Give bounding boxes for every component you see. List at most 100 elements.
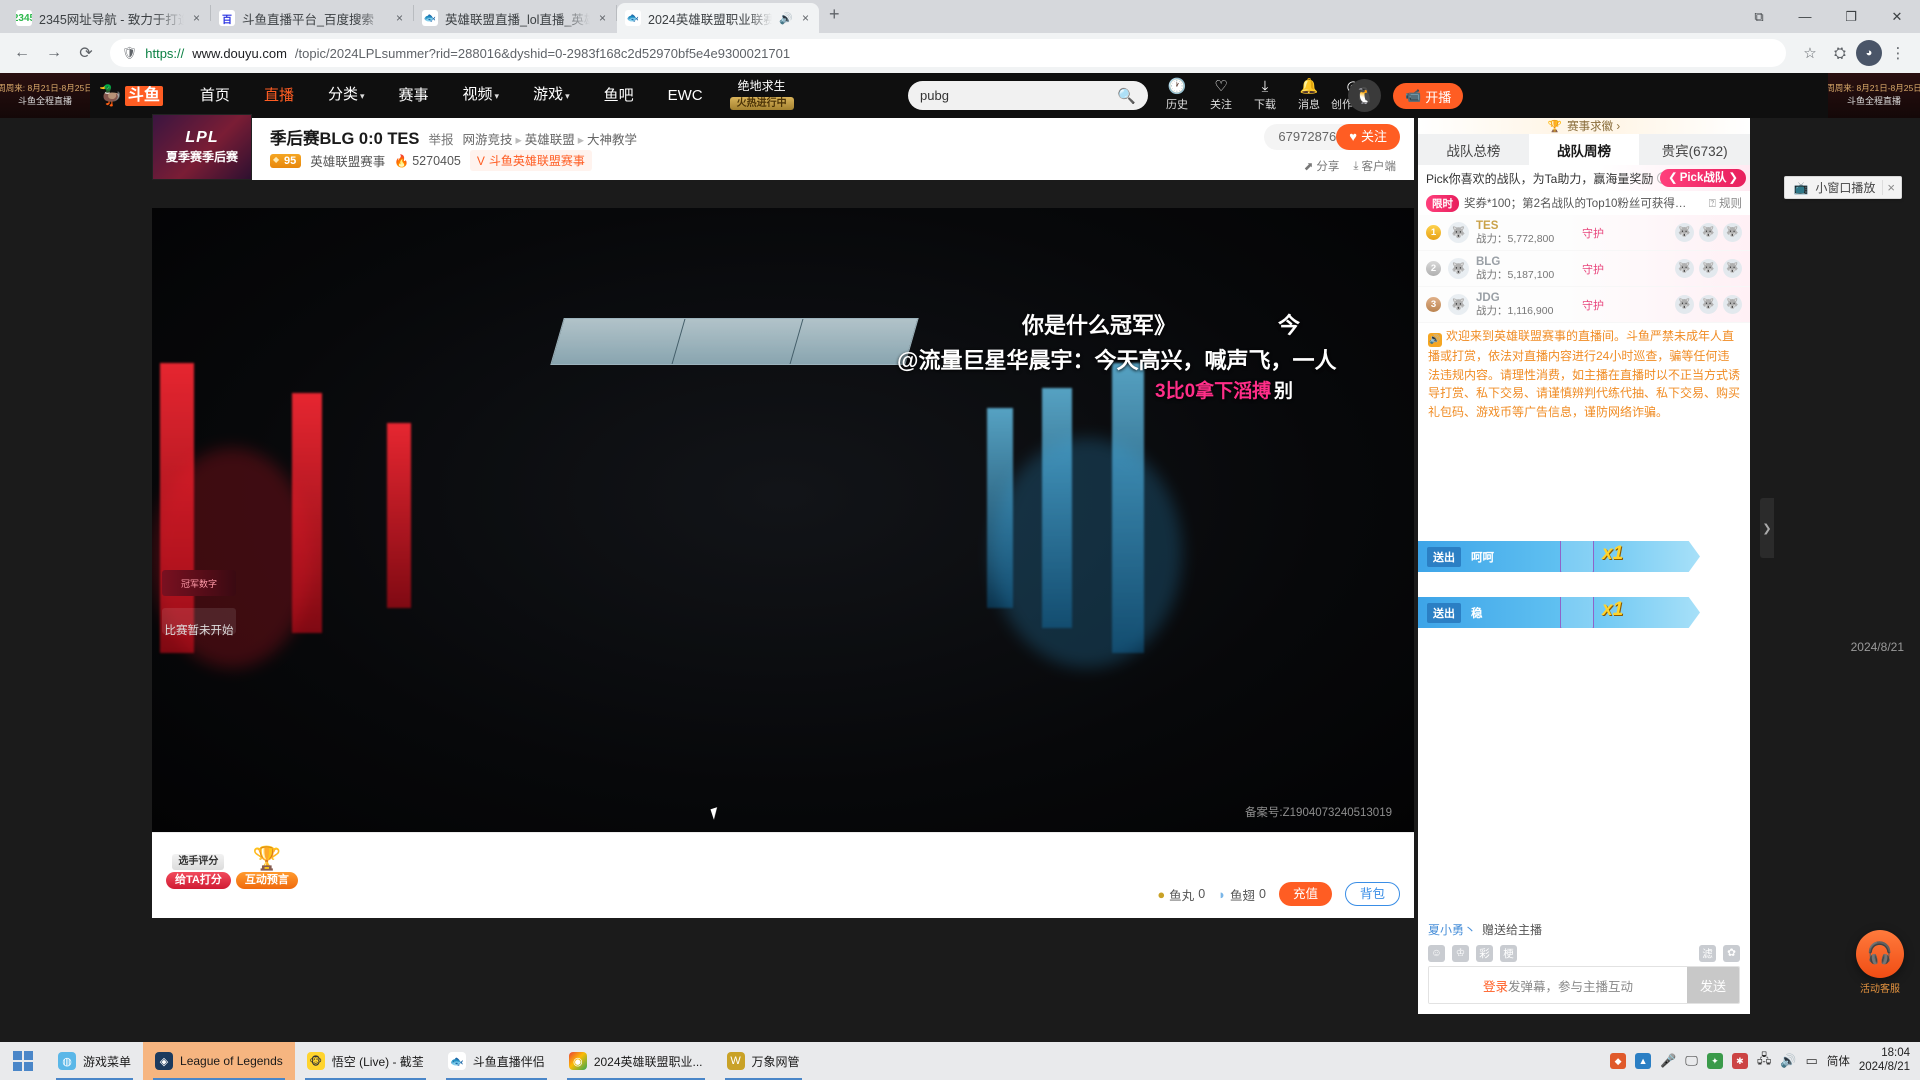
taskbar-clock[interactable]: 18:04 2024/8/21 <box>1859 1047 1910 1075</box>
address-bar[interactable]: 🛡 https:// www.douyu.com/topic/2024LPLsum… <box>110 39 1786 67</box>
fan-avatar[interactable]: 🐺 <box>1699 295 1718 314</box>
start-button[interactable] <box>0 1051 46 1071</box>
team-rank-row[interactable]: 1 🐺 TES 战力：5,772,800 守护 🐺 🐺 🐺 <box>1418 215 1750 251</box>
window-minimize-icon[interactable]: — <box>1782 0 1828 33</box>
forward-icon[interactable]: → <box>40 39 68 67</box>
fan-avatar[interactable]: 🐺 <box>1699 223 1718 242</box>
chat-input[interactable]: 登录 发弹幕，参与主播互动 <box>1429 967 1687 1003</box>
douyu-logo[interactable]: 🦆 斗鱼 <box>98 83 163 108</box>
nav-item-ewc[interactable]: EWC <box>651 73 720 118</box>
fan-avatar[interactable]: 🐺 <box>1699 259 1718 278</box>
taskbar-item-game-menu[interactable]: ◍ 游戏菜单 <box>46 1042 143 1080</box>
nav-item-events[interactable]: 赛事 <box>382 73 446 118</box>
tab-team-total-rank[interactable]: 战队总榜 <box>1418 134 1529 165</box>
knapsack-button[interactable]: 背包 <box>1344 882 1400 906</box>
browser-tab-active[interactable]: 🐟 2024英雄联盟职业联赛夏… 🔊 × <box>617 3 819 33</box>
follow-button[interactable]: ♥ 关注 <box>1336 124 1400 150</box>
back-icon[interactable]: ← <box>8 39 36 67</box>
gift-user-name[interactable]: 稳 <box>1471 605 1483 621</box>
send-button[interactable]: 发送 <box>1687 967 1739 1003</box>
browser-tab[interactable]: 2345 2345网址导航 - 致力于打造最… × <box>8 3 210 33</box>
tray-icon-blue[interactable]: ▲ <box>1635 1053 1652 1069</box>
window-close-icon[interactable]: ✕ <box>1874 0 1920 33</box>
battery-icon[interactable]: ▭ <box>1806 1053 1818 1069</box>
header-download[interactable]: ⤓ 下载 <box>1243 79 1287 112</box>
tab-vip[interactable]: 贵宾(6732) <box>1639 134 1750 165</box>
gift-sender-name[interactable]: 夏小勇丶 <box>1428 921 1476 938</box>
taskbar-item-lol[interactable]: ◈ League of Legends <box>143 1042 295 1080</box>
header-message[interactable]: 🔔 消息 <box>1287 79 1331 112</box>
pick-team-button[interactable]: ❮ Pick战队 ❯ <box>1660 169 1746 187</box>
taskbar-item-wukong[interactable]: 🐵 悟空 (Live) - 截荃 <box>295 1042 436 1080</box>
video-player[interactable]: 你是什么冠军》 今 @流量巨星华晨宇：今天高兴，喊声飞，一人 3比0拿下滔搏 别… <box>152 208 1414 832</box>
tray-icon-orange[interactable]: ◆ <box>1610 1053 1627 1069</box>
search-box[interactable]: 🔍 <box>908 81 1148 110</box>
report-link[interactable]: 举报 <box>428 129 453 148</box>
microphone-icon[interactable]: 🎤 <box>1660 1053 1676 1069</box>
fan-avatar[interactable]: 🐺 <box>1723 223 1742 242</box>
recharge-button[interactable]: 充值 <box>1278 882 1332 906</box>
guard-label[interactable]: 守护 <box>1582 261 1604 277</box>
window-maximize-icon[interactable]: ❐ <box>1828 0 1874 33</box>
chat-input-row[interactable]: 登录 发弹幕，参与主播互动 发送 <box>1428 966 1740 1004</box>
fan-avatar[interactable]: 🐺 <box>1723 295 1742 314</box>
customer-service-button[interactable]: 🎧 <box>1856 930 1904 978</box>
prediction-widget[interactable]: 🏆 互动预言 <box>235 847 298 889</box>
fan-avatar[interactable]: 🐺 <box>1675 223 1694 242</box>
room-cover-thumbnail[interactable]: LPL 夏季赛季后赛 <box>152 114 252 180</box>
tab-audio-icon[interactable]: 🔊 <box>779 12 793 25</box>
tray-icon-green[interactable]: ✦ <box>1706 1053 1723 1069</box>
nav-item-home[interactable]: 首页 <box>183 73 247 118</box>
extensions-icon[interactable]: ⛭ <box>1826 39 1854 67</box>
network-icon[interactable]: 🖧 <box>1757 1050 1772 1072</box>
tab-team-weekly-rank[interactable]: 战队周榜 <box>1528 134 1640 165</box>
browser-menu-icon[interactable]: ⋮ <box>1884 39 1912 67</box>
tab-close-icon[interactable]: × <box>191 11 202 25</box>
login-link[interactable]: 登录 <box>1483 976 1508 995</box>
monitor-icon[interactable]: 🖵 <box>1685 1053 1698 1069</box>
rule-link[interactable]: ⍰ 规则 <box>1709 195 1742 211</box>
meme-icon[interactable]: 梗 <box>1500 944 1517 962</box>
nav-item-live[interactable]: 直播 <box>247 73 311 118</box>
share-button[interactable]: ⬈ 分享 <box>1304 158 1340 174</box>
event-badge-banner[interactable]: 🏆 赛事求徽 › <box>1418 118 1750 134</box>
team-rank-row[interactable]: 2 🐺 BLG 战力：5,187,100 守护 🐺 🐺 🐺 <box>1418 251 1750 287</box>
tray-icon-red[interactable]: ✱ <box>1731 1053 1748 1069</box>
fan-avatar[interactable]: 🐺 <box>1675 295 1694 314</box>
tab-close-icon[interactable]: × <box>800 11 811 25</box>
ime-indicator[interactable]: 简体 <box>1827 1053 1850 1069</box>
breadcrumb-item-3[interactable]: 大神教学 <box>587 133 637 147</box>
pip-toast[interactable]: 📺 小窗口播放 × <box>1784 176 1902 199</box>
user-avatar[interactable]: 🐧 <box>1348 79 1381 112</box>
header-promo-right[interactable]: 周周来: 8月21日-8月25日 斗鱼全程直播 <box>1828 73 1920 118</box>
pip-close-icon[interactable]: × <box>1882 180 1895 195</box>
nav-item-category[interactable]: 分类 ▾ <box>311 72 382 119</box>
sidebar-collapse-handle[interactable]: ❯ <box>1760 498 1774 558</box>
taskbar-item-wanxiang[interactable]: W 万象网管 <box>715 1042 812 1080</box>
team-rank-row[interactable]: 3 🐺 JDG 战力：1,116,900 守护 🐺 🐺 🐺 <box>1418 287 1750 323</box>
tab-close-icon[interactable]: × <box>597 11 608 25</box>
new-tab-button[interactable]: + <box>819 4 850 29</box>
header-history[interactable]: 🕐 历史 <box>1155 79 1199 112</box>
volume-icon[interactable]: 🔊 <box>1780 1053 1796 1069</box>
window-restore-icon[interactable]: ⧉ <box>1736 0 1782 33</box>
fan-avatar[interactable]: 🐺 <box>1723 259 1742 278</box>
noble-icon[interactable]: ♔ <box>1452 944 1469 962</box>
settings-icon[interactable]: ✿ <box>1723 944 1740 962</box>
taskbar-item-douyu-companion[interactable]: 🐟 斗鱼直播伴侣 <box>436 1042 557 1080</box>
browser-tab[interactable]: 百 斗鱼直播平台_百度搜索 × <box>211 3 413 33</box>
anchor-tag[interactable]: V 斗鱼英雄联盟赛事 <box>469 150 592 171</box>
filter-icon[interactable]: 滤 <box>1699 944 1716 962</box>
header-promo-left[interactable]: 周周来: 8月21日-8月25日 斗鱼全程直播 <box>0 73 90 118</box>
fan-avatar[interactable]: 🐺 <box>1675 259 1694 278</box>
header-follow[interactable]: ♡ 关注 <box>1199 79 1243 112</box>
tab-close-icon[interactable]: × <box>394 11 405 25</box>
nav-item-yuba[interactable]: 鱼吧 <box>587 73 651 118</box>
search-input[interactable] <box>920 88 1118 103</box>
client-button[interactable]: ⤓ 客户端 <box>1353 158 1396 174</box>
guard-label[interactable]: 守护 <box>1582 225 1604 241</box>
player-rating-button[interactable]: 给TA打分 <box>166 872 231 889</box>
nav-item-video[interactable]: 视频 ▾ <box>446 72 517 119</box>
breadcrumb-item-2[interactable]: 英雄联盟 <box>525 133 575 147</box>
guard-label[interactable]: 守护 <box>1582 297 1604 313</box>
